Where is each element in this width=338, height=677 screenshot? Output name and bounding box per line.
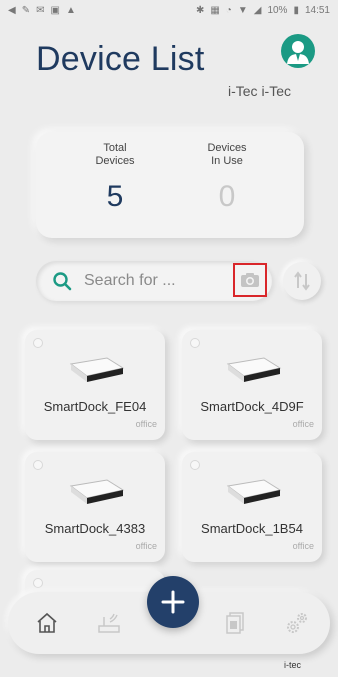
nav-settings[interactable] — [280, 606, 314, 640]
device-card[interactable]: SmartDock_4D9F office — [182, 330, 322, 440]
back-arrow-icon: ◀ — [8, 5, 16, 16]
search-icon — [53, 272, 72, 291]
search-placeholder: Search for ... — [84, 272, 176, 289]
total-devices-label: Total Devices — [95, 142, 135, 167]
nav-devices[interactable] — [92, 606, 126, 640]
calendar-icon: ▣ — [50, 5, 60, 16]
select-radio[interactable] — [190, 338, 200, 348]
user-icon — [287, 41, 309, 64]
select-radio[interactable] — [190, 460, 200, 470]
bluetooth-icon: ✱ — [195, 5, 205, 16]
gear-icon — [287, 613, 307, 633]
smartdock-image — [69, 357, 125, 382]
total-devices-stat: Total Devices 5 — [60, 142, 170, 214]
signal-icon: ◢ — [253, 5, 262, 16]
camera-icon — [241, 273, 259, 287]
device-card[interactable]: SmartDock_1B54 office — [182, 452, 322, 562]
select-radio[interactable] — [33, 460, 43, 470]
device-card[interactable]: SmartDock_4383 office — [25, 452, 165, 562]
nav-home[interactable] — [30, 606, 64, 640]
username: i-Tec i-Tec — [228, 83, 292, 99]
notification-icon: ✎ — [21, 5, 31, 16]
mail-icon: ✉ — [36, 5, 45, 16]
device-name: SmartDock_FE04 — [43, 399, 147, 414]
status-bar: ◀ ✎ ✉ ▣ ▲ ✱ ▦ ◔ ▼ ◢ 10% ▮ 14:51 — [0, 0, 338, 22]
device-name: SmartDock_4D9F — [200, 399, 304, 414]
devices-in-use-label: Devices In Use — [207, 142, 247, 167]
documents-icon — [226, 612, 244, 634]
nfc-icon: ▦ — [210, 5, 220, 16]
device-card[interactable]: SmartDock_FE04 office — [25, 330, 165, 440]
battery-icon: ▮ — [293, 5, 299, 16]
smartdock-image — [226, 479, 282, 504]
sort-button[interactable] — [283, 262, 321, 300]
device-location: office — [292, 419, 314, 429]
status-bar-left-icons: ◀ ✎ ✉ ▣ ▲ — [8, 6, 76, 16]
devices-in-use-stat: Devices In Use 0 — [172, 142, 282, 214]
smartdock-image — [226, 357, 282, 382]
page-title: Device List — [36, 40, 205, 78]
add-device-button[interactable] — [147, 576, 199, 628]
warning-icon: ▲ — [65, 5, 76, 16]
device-name: SmartDock_1B54 — [201, 521, 303, 536]
stats-card: Total Devices 5 Devices In Use 0 — [36, 132, 304, 238]
sort-icon — [294, 271, 310, 291]
select-radio[interactable] — [33, 578, 43, 588]
status-bar-right: ✱ ▦ ◔ ▼ ◢ 10% ▮ 14:51 — [196, 6, 330, 16]
camera-button[interactable] — [233, 263, 267, 297]
device-location: office — [135, 541, 157, 551]
avatar[interactable] — [281, 34, 315, 68]
plus-icon — [161, 590, 185, 614]
router-icon — [98, 613, 120, 633]
clock: 14:51 — [304, 5, 330, 16]
brand-logo: i-tec — [284, 660, 302, 670]
wifi-icon: ▼ — [237, 5, 248, 16]
smartdock-image — [69, 479, 125, 504]
nav-documents[interactable] — [218, 606, 252, 640]
select-radio[interactable] — [33, 338, 43, 348]
device-location: office — [135, 419, 157, 429]
home-icon — [37, 612, 57, 633]
device-name: SmartDock_4383 — [44, 521, 146, 536]
total-devices-value: 5 — [106, 180, 124, 213]
device-location: office — [292, 541, 314, 551]
devices-in-use-value: 0 — [218, 180, 236, 213]
alarm-icon: ◔ — [225, 5, 232, 16]
battery-percent: 10% — [267, 5, 288, 16]
